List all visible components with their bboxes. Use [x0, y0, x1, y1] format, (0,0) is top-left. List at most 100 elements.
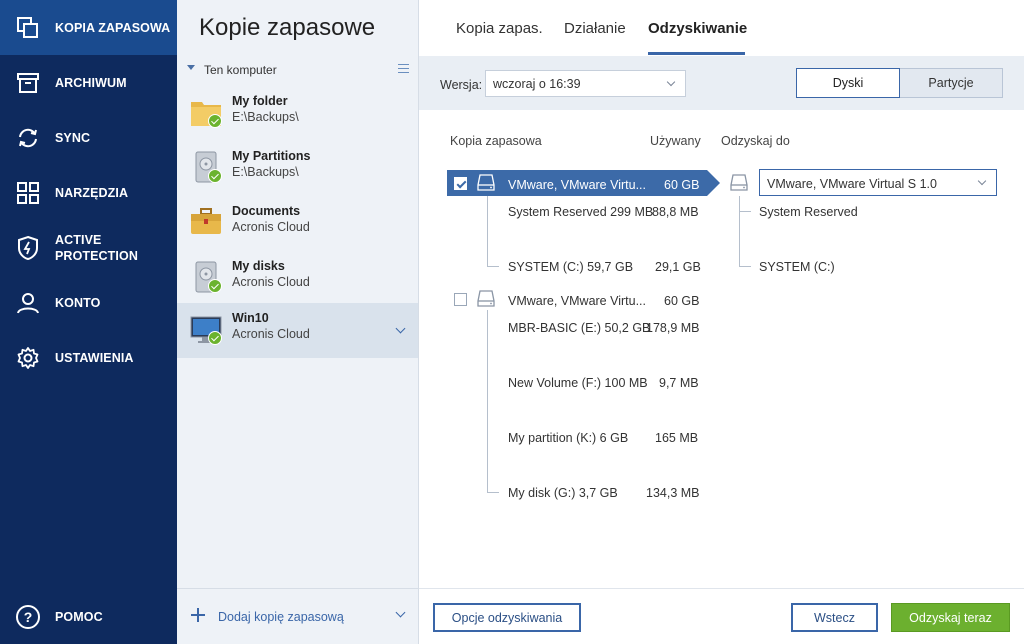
- backup-item-my-folder[interactable]: My folder E:\Backups\: [177, 86, 418, 141]
- disk-used: 60 GB: [664, 294, 700, 308]
- partition-used: 165 MB: [655, 431, 699, 445]
- disk-checkbox[interactable]: [454, 293, 467, 306]
- chevron-down-icon[interactable]: [395, 607, 406, 618]
- hard-drive-icon: [190, 261, 224, 295]
- success-badge-icon: [208, 114, 222, 128]
- partition-used: 134,3 MB: [646, 486, 700, 500]
- tree-line: [739, 266, 751, 267]
- action-bar: Opcje odzyskiwania Wstecz Odzyskaj teraz: [419, 588, 1024, 644]
- copy-icon: [15, 15, 41, 41]
- segment-disks[interactable]: Dyski: [796, 68, 900, 98]
- backup-name: My Partitions: [232, 149, 311, 163]
- partition-name: My disk (G:) 3,7 GB: [508, 486, 618, 500]
- main-content: Kopia zapas. Działanie Odzyskiwanie Wers…: [419, 0, 1024, 644]
- backup-name: My disks: [232, 259, 285, 273]
- segment-partitions[interactable]: Partycje: [900, 68, 1003, 98]
- tree-line: [487, 310, 488, 493]
- partition-used: 9,7 MB: [659, 376, 699, 390]
- nav-item-account[interactable]: KONTO: [0, 275, 177, 330]
- partition-name: New Volume (F:) 100 MB: [508, 376, 648, 390]
- tree-line: [739, 196, 740, 267]
- partition-used: 29,1 GB: [655, 260, 701, 274]
- partition-name: System Reserved 299 MB: [508, 205, 654, 219]
- tab-bar: Kopia zapas. Działanie Odzyskiwanie: [419, 0, 1024, 56]
- recovery-options-button[interactable]: Opcje odzyskiwania: [433, 603, 581, 632]
- version-label: Wersja:: [440, 78, 483, 92]
- tab-backup[interactable]: Kopia zapas.: [456, 20, 543, 37]
- gear-icon: [15, 345, 41, 371]
- backup-location: E:\Backups\: [232, 110, 299, 124]
- version-select[interactable]: wczoraj o 16:39: [485, 70, 686, 97]
- target-partition-name: System Reserved: [759, 205, 858, 219]
- backup-item-win10[interactable]: Win10 Acronis Cloud: [177, 303, 418, 358]
- nav-label-settings: USTAWIENIA: [55, 350, 134, 365]
- disk-name: VMware, VMware Virtu...: [508, 294, 647, 308]
- shield-icon: [15, 235, 41, 261]
- success-badge-icon: [208, 331, 222, 345]
- restore-target-select[interactable]: VMware, VMware Virtual S 1.0: [759, 169, 997, 196]
- disk-icon: [477, 290, 495, 307]
- backup-item-my-partitions[interactable]: My Partitions E:\Backups\: [177, 141, 418, 196]
- nav-label-sync: SYNC: [55, 130, 91, 145]
- tab-recovery[interactable]: Odzyskiwanie: [648, 20, 747, 37]
- partition-name: MBR-BASIC (E:) 50,2 GB: [508, 321, 651, 335]
- backup-name: Documents: [232, 204, 301, 218]
- backup-item-my-disks[interactable]: My disks Acronis Cloud: [177, 251, 418, 306]
- nav-item-archive[interactable]: ARCHIWUM: [0, 55, 177, 110]
- back-button[interactable]: Wstecz: [791, 603, 878, 632]
- list-footer: Dodaj kopię zapasową: [177, 588, 418, 644]
- group-header-this-computer[interactable]: Ten komputer: [187, 62, 409, 78]
- nav-item-tools[interactable]: NARZĘDZIA: [0, 165, 177, 220]
- target-partition-name: SYSTEM (C:): [759, 260, 835, 274]
- column-header-restore-to: Odzyskaj do: [721, 134, 790, 148]
- nav-label-active-line1: ACTIVE: [55, 232, 102, 247]
- chevron-down-icon: [666, 77, 676, 87]
- hard-drive-icon: [190, 151, 224, 185]
- backup-list-panel: Kopie zapasowe Ten komputer My folder E:…: [177, 0, 419, 644]
- tree-line: [487, 266, 499, 267]
- column-header-backup: Kopia zapasowa: [450, 134, 542, 148]
- nav-label-tools: NARZĘDZIA: [55, 185, 129, 200]
- selection-arrow: [707, 170, 720, 196]
- disk-icon: [477, 174, 495, 191]
- disk-name: VMware, VMware Virtu...: [508, 178, 647, 192]
- nav-item-backup[interactable]: KOPIA ZAPASOWA: [0, 0, 177, 55]
- add-backup-link[interactable]: Dodaj kopię zapasową: [218, 610, 344, 624]
- partition-name: SYSTEM (C:) 59,7 GB: [508, 260, 634, 274]
- nav-item-sync[interactable]: SYNC: [0, 110, 177, 165]
- tree-line: [487, 492, 499, 493]
- partition-used: 88,8 MB: [652, 205, 699, 219]
- backup-location: Acronis Cloud: [232, 275, 310, 289]
- nav-label-account: KONTO: [55, 295, 101, 310]
- nav-item-active-protection[interactable]: ACTIVE PROTECTION: [0, 220, 177, 275]
- monitor-icon: [190, 313, 224, 347]
- plus-icon[interactable]: [191, 608, 205, 622]
- active-tab-indicator: [648, 52, 745, 55]
- backup-location: Acronis Cloud: [232, 327, 310, 341]
- disk-checkbox[interactable]: [454, 177, 467, 190]
- list-menu-icon[interactable]: [398, 64, 409, 73]
- main-navigation: KOPIA ZAPASOWA ARCHIWUM SYNC NARZĘDZIA A…: [0, 0, 177, 644]
- archive-icon: [15, 70, 41, 96]
- nav-item-settings[interactable]: USTAWIENIA: [0, 330, 177, 385]
- success-badge-icon: [208, 279, 222, 293]
- collapse-triangle-icon: [187, 65, 195, 70]
- success-badge-icon: [208, 169, 222, 183]
- partition-name: My partition (K:) 6 GB: [508, 431, 629, 445]
- backup-item-documents[interactable]: Documents Acronis Cloud: [177, 196, 418, 251]
- nav-item-help[interactable]: ? POMOC: [0, 589, 177, 644]
- backup-location: E:\Backups\: [232, 165, 299, 179]
- chevron-down-icon: [977, 176, 987, 186]
- backup-name: My folder: [232, 94, 288, 108]
- chevron-down-icon[interactable]: [395, 323, 406, 334]
- column-header-used: Używany: [650, 134, 701, 148]
- group-label: Ten komputer: [204, 63, 277, 77]
- nav-label-active-protection: ACTIVE PROTECTION: [55, 232, 138, 264]
- nav-label-help: POMOC: [55, 609, 103, 624]
- tab-activity[interactable]: Działanie: [564, 20, 626, 37]
- briefcase-icon: [190, 206, 224, 240]
- tree-line: [739, 211, 751, 212]
- restore-now-button[interactable]: Odzyskaj teraz: [891, 603, 1010, 632]
- backup-location: Acronis Cloud: [232, 220, 310, 234]
- restore-target-value: VMware, VMware Virtual S 1.0: [767, 177, 937, 191]
